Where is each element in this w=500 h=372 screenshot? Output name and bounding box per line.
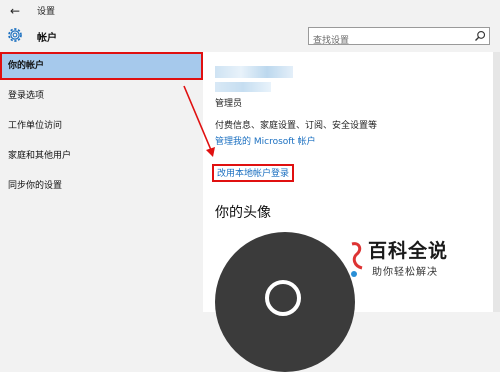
manage-microsoft-account-link[interactable]: 管理我的 Microsoft 帐户	[215, 134, 316, 147]
watermark-title: 百科全说	[368, 240, 449, 262]
watermark-subtitle: 助你轻松解决	[372, 267, 438, 278]
watermark: 百科全说 助你轻松解决	[348, 236, 496, 288]
sidebar-item-your-account[interactable]: 你的帐户	[0, 52, 203, 80]
back-button[interactable]: ←	[6, 2, 24, 20]
sidebar-item-family-other-users[interactable]: 家庭和其他用户	[0, 142, 203, 170]
blurred-user-email	[215, 82, 271, 92]
account-role: 管理员	[215, 99, 243, 109]
avatar-heading: 你的头像	[215, 205, 271, 221]
search-icon[interactable]	[474, 30, 486, 42]
page-header: 帐户	[0, 22, 500, 52]
gear-icon	[8, 28, 22, 42]
blurred-user-name	[215, 66, 293, 78]
sidebar: 你的帐户 登录选项 工作单位访问 家庭和其他用户 同步你的设置	[0, 52, 203, 312]
avatar	[215, 232, 355, 372]
sidebar-item-work-access[interactable]: 工作单位访问	[0, 112, 203, 140]
local-account-login-link[interactable]: 改用本地帐户登录	[212, 164, 295, 182]
avatar-person-icon	[265, 280, 301, 316]
account-billing-info: 付费信息、家庭设置、订阅、安全设置等	[215, 121, 378, 131]
page-title: 帐户	[37, 33, 57, 44]
sidebar-item-sign-in-options[interactable]: 登录选项	[0, 82, 203, 110]
search-box[interactable]	[308, 27, 490, 49]
title-bar: ← 设置	[0, 0, 500, 22]
search-input[interactable]	[309, 33, 473, 49]
window-title: 设置	[37, 7, 56, 17]
watermark-logo-icon	[351, 242, 363, 277]
sidebar-item-sync-settings[interactable]: 同步你的设置	[0, 172, 203, 200]
